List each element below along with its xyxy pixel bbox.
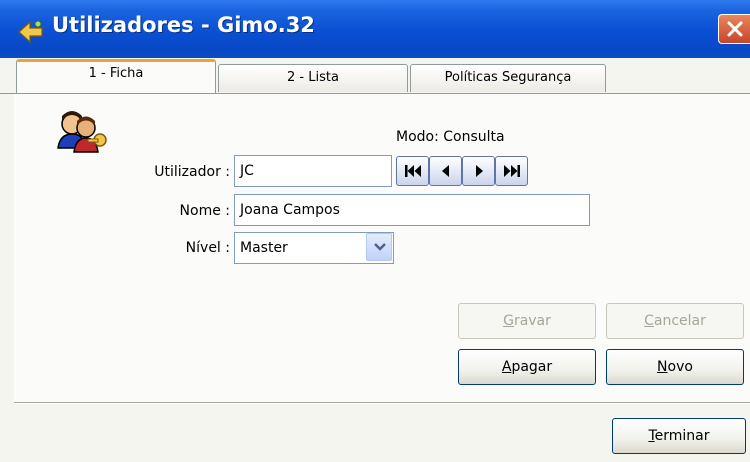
users-key-icon: [57, 111, 107, 153]
nome-input[interactable]: Joana Campos: [234, 194, 590, 226]
gravar-label: ravar: [513, 313, 551, 329]
first-record-icon: [405, 165, 421, 177]
nivel-label: Nível :: [185, 240, 230, 256]
cancelar-label: ancelar: [653, 313, 706, 329]
novo-mnemonic: N: [657, 359, 668, 375]
users-window: Utilizadores - Gimo.32 1 - Ficha 2 - Lis…: [0, 0, 750, 462]
utilizador-label: Utilizador :: [154, 164, 230, 180]
gravar-mnemonic: G: [503, 313, 514, 329]
novo-label: ovo: [667, 359, 693, 375]
gravar-button[interactable]: Gravar: [458, 303, 596, 339]
tab-ficha[interactable]: 1 - Ficha: [16, 59, 216, 93]
cancelar-button[interactable]: Cancelar: [606, 303, 744, 339]
last-record-icon: [504, 165, 520, 177]
record-navigator: [396, 156, 530, 186]
terminar-button[interactable]: Terminar: [612, 418, 746, 454]
terminar-label: erminar: [654, 428, 710, 444]
cancelar-mnemonic: C: [644, 313, 654, 329]
apagar-mnemonic: A: [501, 359, 512, 375]
novo-button[interactable]: Novo: [606, 349, 744, 385]
mode-label: Modo: Consulta: [396, 129, 505, 145]
chevron-down-icon: [374, 243, 386, 251]
apagar-button[interactable]: Apagar: [458, 349, 596, 385]
tab-politicas-seguranca[interactable]: Políticas Segurança: [410, 64, 606, 92]
last-record-button[interactable]: [495, 156, 528, 186]
next-record-icon: [476, 165, 483, 177]
left-frame: [0, 94, 14, 462]
previous-record-icon: [442, 165, 449, 177]
separator-highlight: [14, 403, 750, 404]
tab-bar: 1 - Ficha 2 - Lista Políticas Segurança: [0, 58, 750, 94]
nivel-dropdown-button[interactable]: [366, 233, 392, 261]
title-bar[interactable]: Utilizadores - Gimo.32: [0, 0, 750, 58]
nome-label: Nome :: [179, 203, 230, 219]
previous-record-button[interactable]: [429, 156, 462, 186]
next-record-button[interactable]: [462, 156, 495, 186]
first-record-button[interactable]: [396, 156, 429, 186]
window-title: Utilizadores - Gimo.32: [52, 13, 315, 37]
close-button[interactable]: [718, 14, 750, 44]
tab-lista[interactable]: 2 - Lista: [218, 64, 408, 92]
close-icon: [727, 21, 743, 37]
app-icon: [18, 20, 43, 44]
apagar-label: pagar: [511, 359, 553, 375]
utilizador-input[interactable]: JC: [234, 155, 392, 187]
